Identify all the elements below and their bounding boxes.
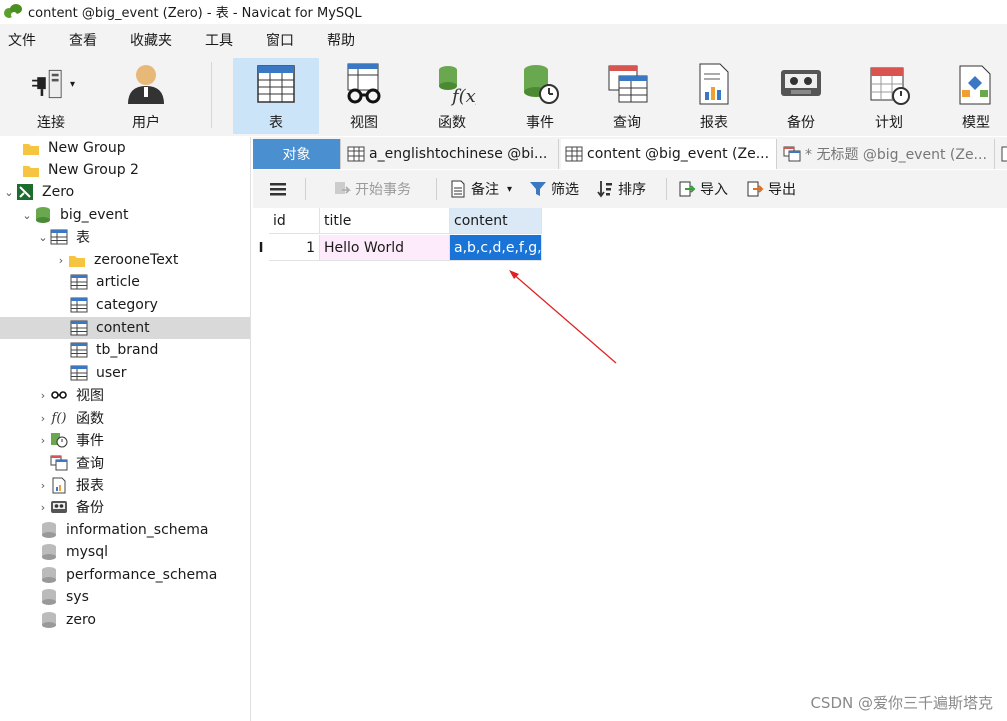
- annotation-arrow: [509, 270, 617, 364]
- watermark: CSDN @爱你三千遍斯塔克: [810, 694, 993, 712]
